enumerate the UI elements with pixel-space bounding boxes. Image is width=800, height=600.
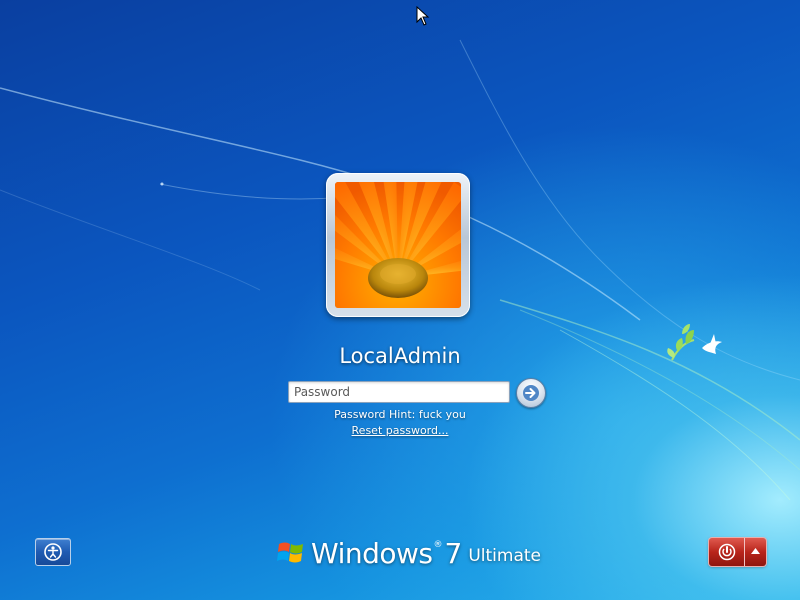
arrow-right-icon <box>523 385 539 401</box>
shutdown-controls <box>709 538 766 566</box>
brand-registered-mark: ® <box>433 540 443 550</box>
dove-leaf-icon <box>667 324 722 361</box>
ease-of-access-icon <box>44 543 62 561</box>
reset-password-link[interactable]: Reset password... <box>250 424 550 437</box>
password-hint: Password Hint: fuck you <box>334 408 466 421</box>
logon-screen: LocalAdmin Password Hint: fuck you Reset… <box>0 0 800 600</box>
user-name: LocalAdmin <box>339 344 461 368</box>
brand-version: 7 <box>444 536 463 570</box>
user-tile[interactable] <box>326 173 470 317</box>
mouse-cursor-icon <box>416 6 430 26</box>
shutdown-options-button[interactable] <box>745 538 766 566</box>
brand-windows-text: Windows <box>311 536 433 570</box>
submit-login-button[interactable] <box>516 378 546 408</box>
password-input[interactable] <box>288 381 510 403</box>
chevron-up-icon <box>751 548 760 554</box>
brand-edition: Ultimate <box>468 546 541 566</box>
windows-flag-icon <box>277 542 303 563</box>
orange-daisy-user-picture <box>335 182 461 308</box>
shutdown-button[interactable] <box>709 538 745 566</box>
ease-of-access-button[interactable] <box>35 538 71 566</box>
power-icon <box>718 543 736 561</box>
user-picture-icon <box>335 182 461 308</box>
windows-branding: Windows ® 7 Ultimate <box>276 535 541 571</box>
